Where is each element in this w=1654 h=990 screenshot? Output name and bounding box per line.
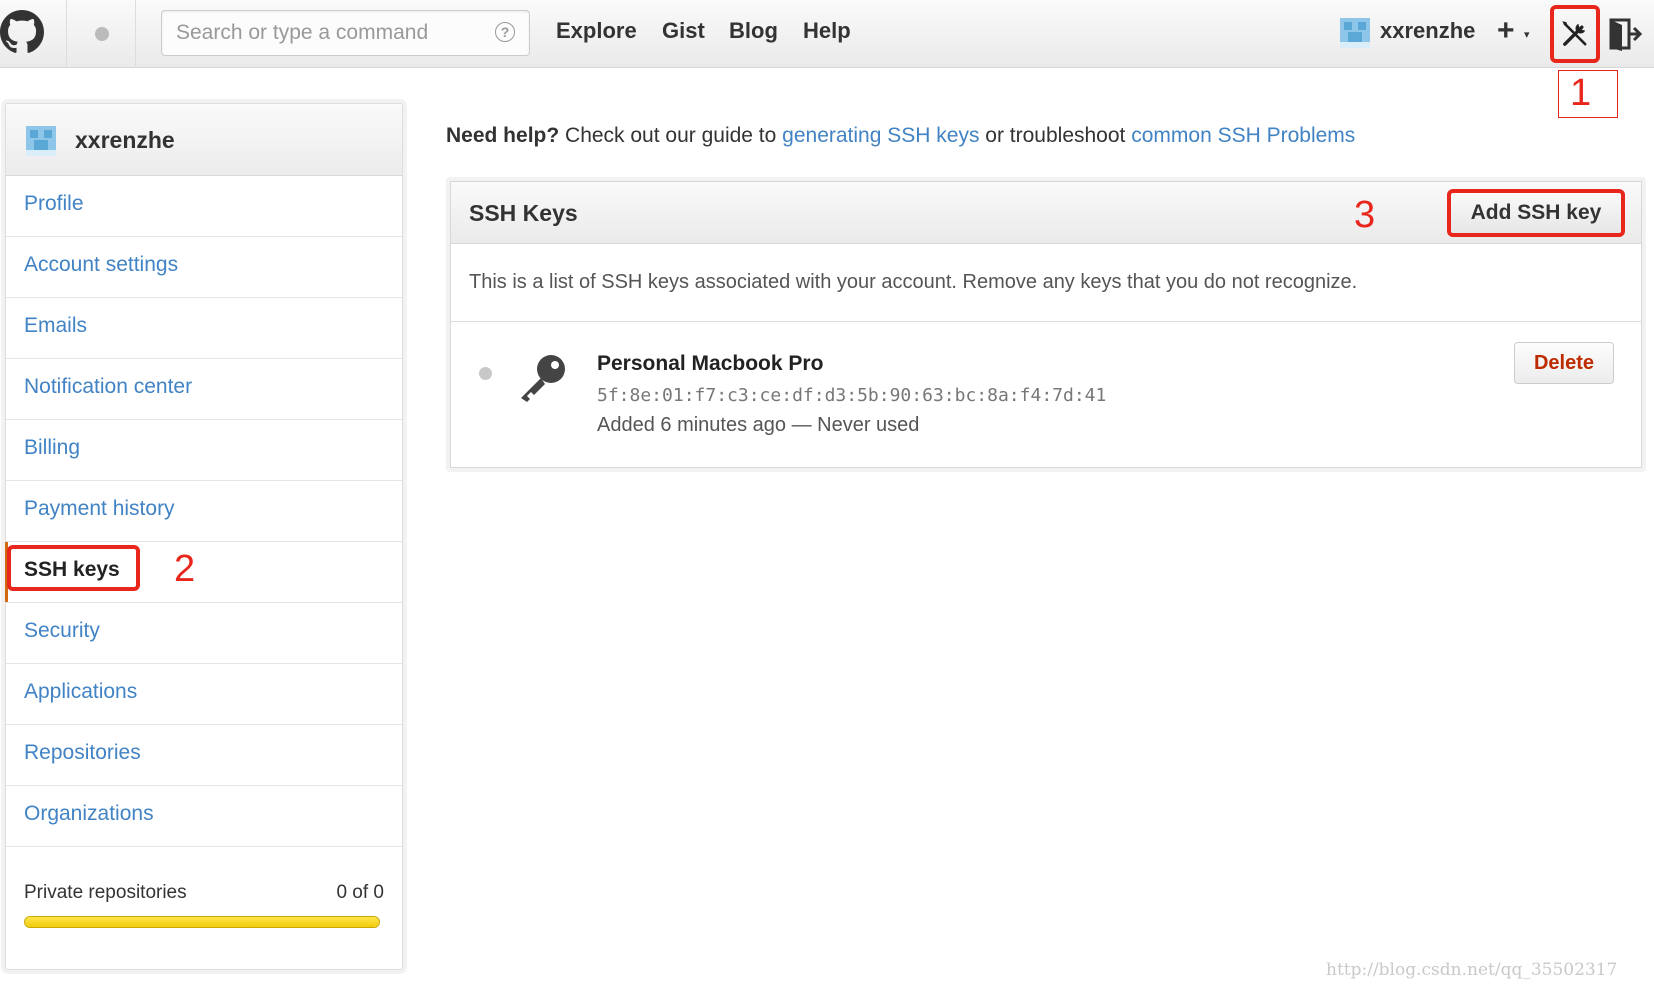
sidebar-item-label: Repositories (24, 741, 141, 764)
delete-key-button[interactable]: Delete (1514, 342, 1614, 384)
sign-out-icon[interactable] (1608, 17, 1642, 51)
ssh-key-title: Personal Macbook Pro (597, 352, 824, 375)
github-logo-icon[interactable] (0, 10, 44, 54)
ssh-key-meta: Added 6 minutes ago — Never used (597, 414, 920, 436)
sidebar-item-notification-center[interactable]: Notification center (6, 359, 402, 420)
panel-title: SSH Keys (469, 200, 578, 226)
topbar-divider (66, 0, 67, 68)
sidebar-item-label: Notification center (24, 375, 193, 398)
annotation-number-3: 3 (1354, 194, 1376, 236)
header-username[interactable]: xxrenzhe (1380, 18, 1475, 44)
panel-description: This is a list of SSH keys associated wi… (469, 271, 1358, 293)
sidebar-item-label: Security (24, 619, 100, 642)
key-status-dot (479, 367, 492, 380)
account-settings-button[interactable] (1550, 5, 1600, 63)
ssh-key-fingerprint: 5f:8e:01:f7:c3:ce:df:d3:5b:90:63:bc:8a:f… (597, 385, 1107, 406)
help-prefix: Need help? (446, 124, 560, 147)
sidebar-item-label: Emails (24, 314, 88, 337)
add-ssh-key-button[interactable]: Add SSH key (1447, 189, 1625, 237)
generating-ssh-keys-link[interactable]: generating SSH keys (782, 124, 979, 147)
sidebar-item-payment-history[interactable]: Payment history (6, 481, 402, 542)
private-repos-count: 0 of 0 (336, 882, 384, 903)
search-box: ? (161, 10, 530, 56)
sidebar-item-organizations[interactable]: Organizations (6, 786, 402, 847)
chevron-down-icon[interactable]: ▾ (1524, 28, 1530, 41)
avatar-icon (26, 126, 56, 156)
ssh-keys-panel: SSH Keys 3 Add SSH key This is a list of… (450, 181, 1642, 468)
avatar-icon[interactable] (1340, 18, 1370, 48)
private-repos-label: Private repositories (24, 882, 187, 903)
sidebar-item-label: Billing (24, 436, 81, 459)
status-dot (95, 27, 109, 41)
sidebar-item-ssh-keys[interactable]: SSH keys 2 (5, 542, 402, 603)
settings-sidebar: xxrenzhe Profile Account settings Emails… (5, 103, 403, 970)
key-icon (521, 355, 565, 402)
top-bar: ? Explore Gist Blog Help xxrenzhe + ▾ (0, 0, 1654, 68)
panel-header: SSH Keys 3 Add SSH key (451, 182, 1641, 244)
nav-gist[interactable]: Gist (662, 18, 705, 44)
sidebar-item-label: Profile (24, 192, 84, 215)
sidebar-item-emails[interactable]: Emails (6, 298, 402, 359)
search-input[interactable] (162, 11, 482, 55)
sidebar-item-label: Organizations (24, 802, 154, 825)
sidebar-item-account-settings[interactable]: Account settings (6, 237, 402, 298)
topbar-divider (135, 0, 136, 68)
help-text: or troubleshoot (979, 124, 1132, 147)
sidebar-item-label: SSH keys (24, 558, 120, 581)
help-line: Need help? Check out our guide to genera… (446, 124, 1355, 148)
sidebar-item-repositories[interactable]: Repositories (6, 725, 402, 786)
sidebar-item-applications[interactable]: Applications (6, 664, 402, 725)
sidebar-item-label: Applications (24, 680, 138, 703)
nav-blog[interactable]: Blog (729, 18, 778, 44)
sidebar-item-security[interactable]: Security (6, 603, 402, 664)
nav-help[interactable]: Help (803, 18, 851, 44)
help-text: Check out our guide to (559, 124, 783, 147)
create-new-button[interactable]: + (1497, 14, 1515, 48)
tools-icon (1562, 21, 1587, 46)
sidebar-item-label: Account settings (24, 253, 179, 276)
nav-explore[interactable]: Explore (556, 18, 637, 44)
divider (451, 321, 1641, 322)
annotation-number-2: 2 (174, 548, 196, 590)
watermark: http://blog.csdn.net/qq_35502317 (1326, 960, 1618, 980)
common-ssh-problems-link[interactable]: common SSH Problems (1131, 124, 1355, 147)
ssh-keys-panel-outer: SSH Keys 3 Add SSH key This is a list of… (446, 177, 1646, 472)
annotation-number-1: 1 (1570, 72, 1592, 114)
private-repos-progress (24, 916, 380, 928)
sidebar-item-label: Payment history (24, 497, 175, 520)
private-repos-progress-fill (25, 917, 379, 927)
sidebar-username: xxrenzhe (75, 127, 175, 153)
sidebar-item-billing[interactable]: Billing (6, 420, 402, 481)
sidebar-item-profile[interactable]: Profile (6, 176, 402, 237)
help-circle-icon[interactable]: ? (495, 22, 515, 42)
sidebar-header: xxrenzhe (6, 104, 402, 176)
